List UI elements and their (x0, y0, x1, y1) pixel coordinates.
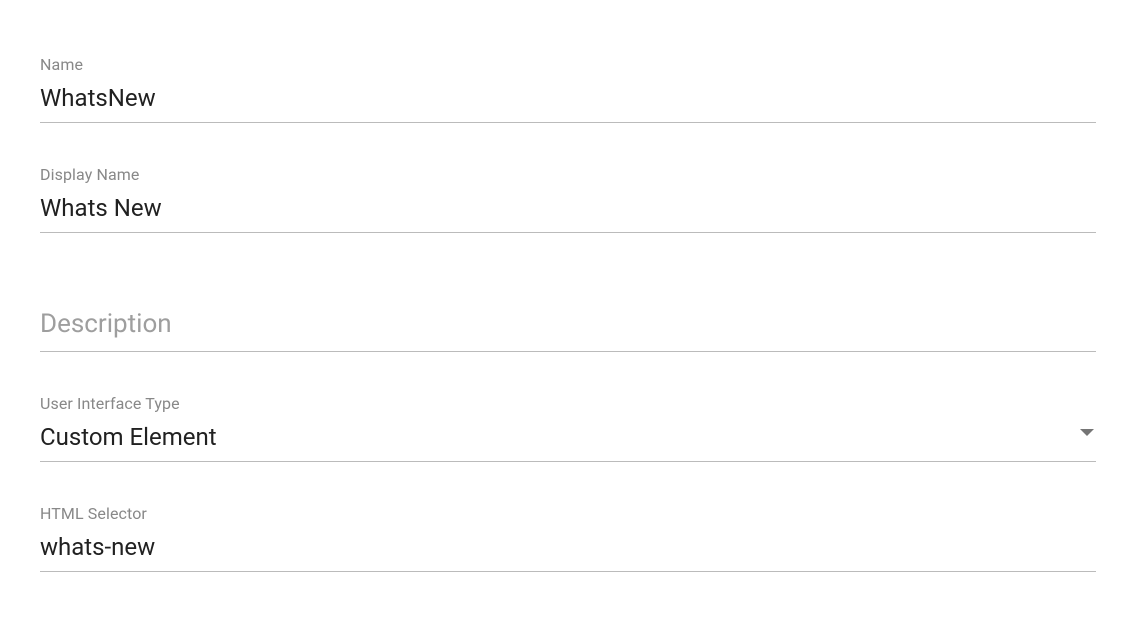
field-group-display-name: Display Name (40, 165, 1096, 233)
ui-type-select-wrapper (40, 419, 1096, 462)
name-label: Name (40, 55, 1096, 74)
display-name-label: Display Name (40, 165, 1096, 184)
form-container: Name Display Name User Interface Type HT… (40, 55, 1096, 572)
name-input[interactable] (40, 80, 1096, 123)
html-selector-label: HTML Selector (40, 504, 1096, 523)
field-group-ui-type: User Interface Type (40, 394, 1096, 462)
description-input[interactable] (40, 305, 1096, 352)
ui-type-select[interactable] (40, 419, 1096, 462)
html-selector-input[interactable] (40, 529, 1096, 572)
field-group-description (40, 305, 1096, 352)
field-group-html-selector: HTML Selector (40, 504, 1096, 572)
ui-type-label: User Interface Type (40, 394, 1096, 413)
display-name-input[interactable] (40, 190, 1096, 233)
field-group-name: Name (40, 55, 1096, 123)
